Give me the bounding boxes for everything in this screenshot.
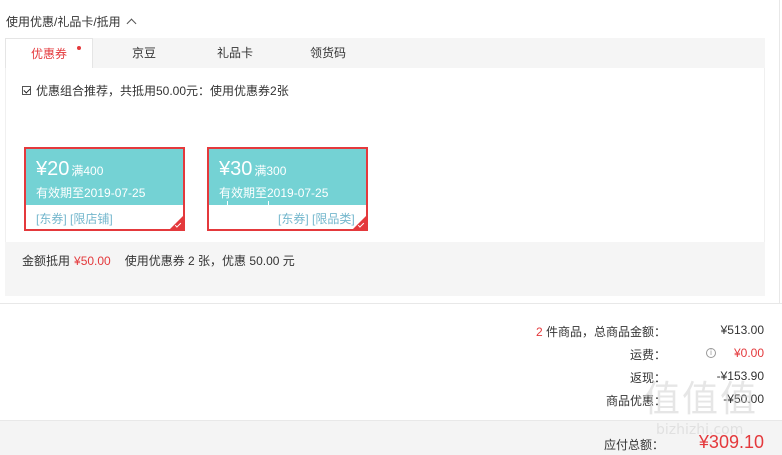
tab-gift-card-label: 礼品卡 <box>216 46 253 60</box>
coupon-card[interactable]: ¥30 满300 有效期至2019-07-25 [东券] [限品类] <box>207 147 368 231</box>
payable-value: ¥309.10 <box>698 432 764 452</box>
coupon-amount-value: ¥20 <box>36 158 70 180</box>
tab-pickup-code-label: 领货码 <box>309 46 346 60</box>
deduct-label: 金额抵用 <box>22 254 71 268</box>
coupon-tags: [东券] [限店铺] <box>36 212 113 226</box>
cashback-label: 返现： <box>629 371 666 385</box>
tab-coupon[interactable]: 优惠券 <box>5 38 93 68</box>
coupon-stamp <box>227 201 269 209</box>
coupon-section-toggle[interactable]: 使用优惠/礼品卡/抵用 <box>6 13 137 30</box>
goods-total-label: 2 件商品，总商品金额： <box>536 323 666 340</box>
deduct-detail: 使用优惠券 2 张，优惠 50.00 元 <box>124 254 295 268</box>
goods-count: 2 <box>535 325 543 339</box>
tab-pickup-code[interactable]: 领货码 <box>290 38 366 68</box>
coupon-card[interactable]: ¥20 满400 有效期至2019-07-25 [东券] [限店铺] <box>24 147 185 231</box>
panel-border <box>779 0 780 303</box>
recommend-checkbox[interactable] <box>22 86 31 95</box>
active-dot-icon <box>77 46 81 50</box>
coupon-header: ¥30 满300 有效期至2019-07-25 <box>209 149 366 205</box>
coupon-section-title: 使用优惠/礼品卡/抵用 <box>6 15 121 29</box>
tab-gift-card[interactable]: 礼品卡 <box>197 38 273 68</box>
payable-label: 应付总额： <box>603 438 664 452</box>
goods-total-row: 2 件商品，总商品金额： ¥513.00 <box>0 323 782 343</box>
coupon-condition: 满300 <box>254 164 287 178</box>
discount-label: 商品优惠： <box>605 394 666 408</box>
freight-value: ¥0.00 <box>733 346 764 360</box>
info-icon[interactable]: i <box>706 348 716 358</box>
coupon-amount: ¥30 满300 <box>219 158 286 182</box>
coupon-amount: ¥20 满400 <box>36 158 103 182</box>
cashback-row: 返现： -¥153.90 <box>0 369 782 389</box>
freight-row: 运费： i ¥0.00 <box>0 346 782 366</box>
coupon-valid-date: 有效期至2019-07-25 <box>36 186 146 200</box>
recommend-combo[interactable]: 优惠组合推荐，共抵用50.00元：使用优惠券2张 <box>22 82 289 99</box>
coupon-tags: [东券] [限品类] <box>278 212 355 226</box>
discount-value: -¥50.00 <box>723 392 764 406</box>
chevron-up-icon <box>126 18 137 29</box>
coupon-amount-value: ¥30 <box>219 158 253 180</box>
tab-coupon-label: 优惠券 <box>30 47 67 61</box>
goods-count-label: 件商品，总商品金额： <box>545 325 666 339</box>
coupon-valid-date: 有效期至2019-07-25 <box>219 186 329 200</box>
freight-label: 运费： <box>629 348 666 362</box>
cashback-value: -¥153.90 <box>716 369 764 383</box>
goods-total-value: ¥513.00 <box>720 323 764 337</box>
deduct-value: ¥50.00 <box>74 254 111 268</box>
coupon-summary: 金额抵用 ¥50.00 使用优惠券 2 张，优惠 50.00 元 <box>22 252 295 269</box>
coupon-header: ¥20 满400 有效期至2019-07-25 <box>26 149 183 205</box>
tab-jingdou[interactable]: 京豆 <box>106 38 182 68</box>
coupon-panel: 优惠券 京豆 礼品卡 领货码 优惠组合推荐，共抵用50.00元：使用优惠券2张 … <box>5 38 765 296</box>
coupon-condition: 满400 <box>71 164 104 178</box>
coupon-tabs: 优惠券 京豆 礼品卡 领货码 <box>5 38 765 68</box>
discount-row: 商品优惠： -¥50.00 <box>0 392 782 412</box>
payable-bar: 应付总额： ¥309.10 <box>0 420 782 455</box>
recommend-text: 优惠组合推荐，共抵用50.00元：使用优惠券2张 <box>36 84 289 98</box>
coupon-tab-content: 优惠组合推荐，共抵用50.00元：使用优惠券2张 ¥20 满400 有效期至201… <box>5 68 765 242</box>
tab-jingdou-label: 京豆 <box>131 46 156 60</box>
section-divider <box>0 303 782 304</box>
